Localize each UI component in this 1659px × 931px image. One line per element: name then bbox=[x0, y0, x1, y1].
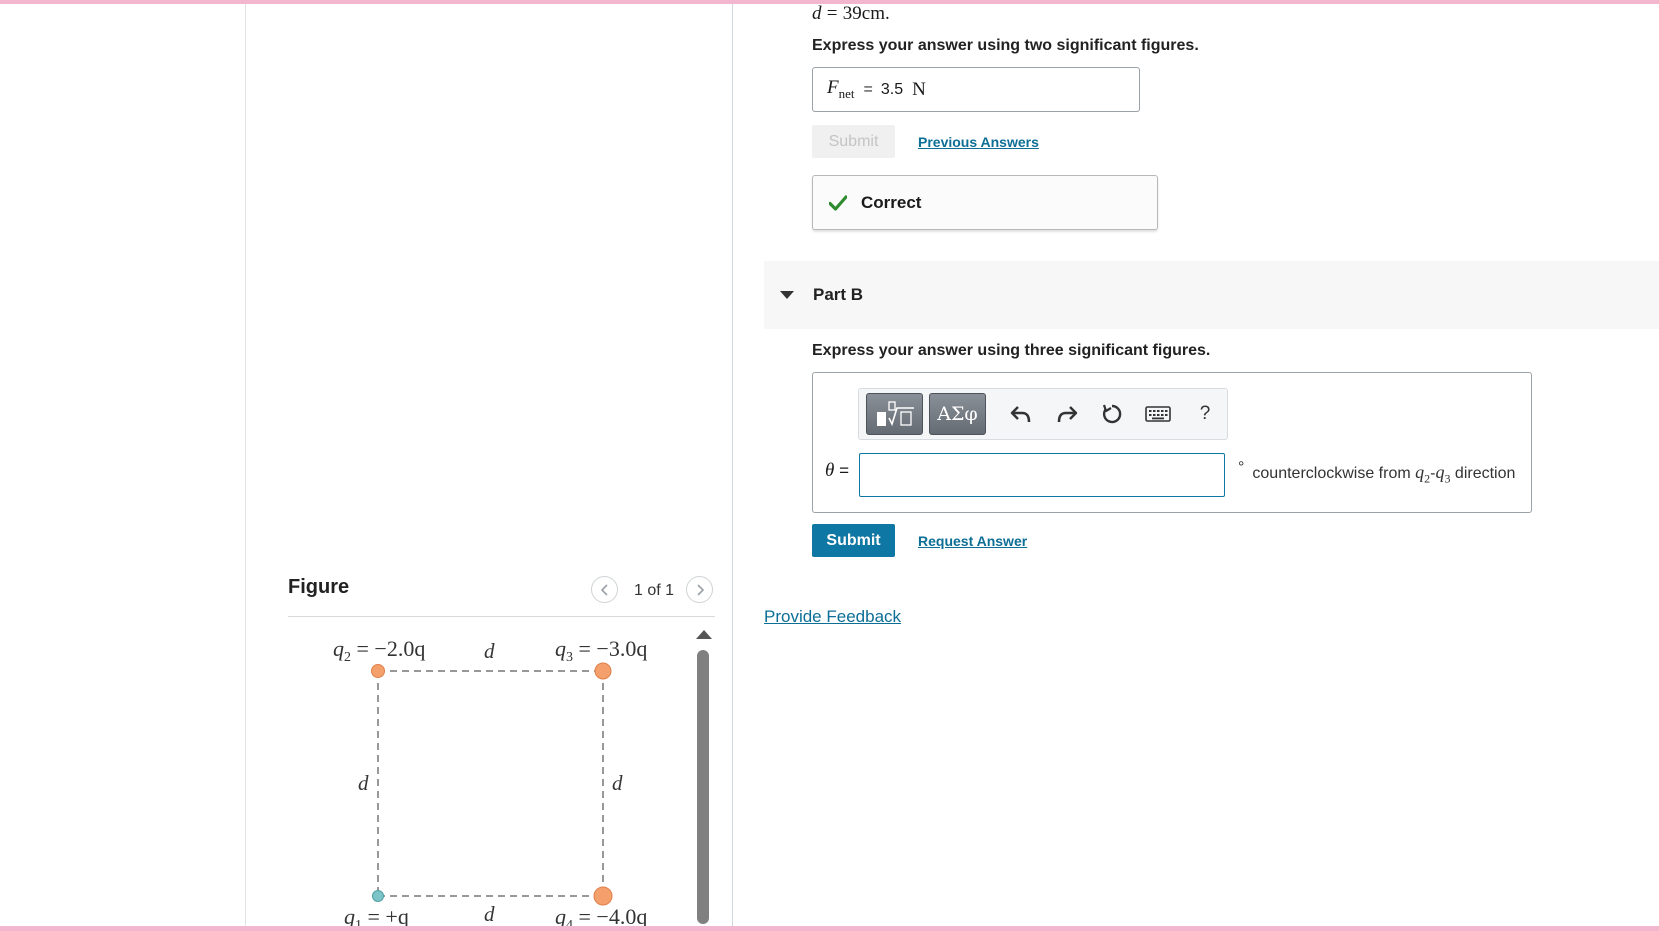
part-b-instruction: Express your answer using three signific… bbox=[812, 342, 1211, 359]
greek-symbols-button[interactable]: ΑΣφ bbox=[929, 393, 986, 435]
panel-divider bbox=[732, 4, 733, 926]
label-q2: q2 = −2.0q bbox=[333, 636, 425, 665]
charge-q4 bbox=[593, 886, 613, 906]
answer-variable: Fnet bbox=[827, 77, 855, 101]
theta-label: θ = bbox=[825, 460, 850, 481]
answer-value: 3.5 bbox=[880, 80, 904, 98]
keyboard-icon[interactable] bbox=[1144, 401, 1172, 427]
figure-title: Figure bbox=[288, 576, 350, 598]
math-toolbar: ΑΣφ ? bbox=[858, 388, 1228, 440]
request-answer-link[interactable]: Request Answer bbox=[918, 533, 1027, 549]
chevron-left-icon bbox=[600, 583, 608, 596]
label-d-top: d bbox=[484, 639, 495, 663]
scroll-up-arrow-icon[interactable] bbox=[696, 630, 712, 639]
part-a-answer-display: Fnet = 3.5 N bbox=[812, 67, 1140, 112]
theta-answer-input[interactable] bbox=[859, 453, 1225, 497]
left-divider bbox=[245, 4, 246, 926]
provide-feedback-link[interactable]: Provide Feedback bbox=[764, 607, 901, 627]
answer-unit: N bbox=[912, 78, 926, 100]
templates-icon bbox=[876, 401, 914, 427]
reset-icon[interactable] bbox=[1098, 401, 1126, 427]
checkmark-icon bbox=[829, 194, 847, 211]
math-answer-editor: ΑΣφ ? θ = ° counterclockwise from q2-q3 d… bbox=[812, 372, 1532, 513]
part-a-submit-button[interactable]: Submit bbox=[812, 125, 895, 158]
label-d-left: d bbox=[358, 771, 369, 795]
previous-figure-button[interactable] bbox=[591, 576, 618, 603]
templates-button[interactable] bbox=[866, 393, 923, 435]
charge-q2 bbox=[371, 664, 385, 678]
next-figure-button[interactable] bbox=[686, 576, 713, 603]
correct-feedback: Correct bbox=[812, 175, 1158, 230]
charge-q3 bbox=[594, 662, 612, 680]
previous-answers-link[interactable]: Previous Answers bbox=[918, 134, 1039, 150]
label-d-bottom: d bbox=[484, 902, 495, 926]
figure-rule bbox=[288, 616, 715, 617]
pager-count: 1 of 1 bbox=[634, 582, 675, 599]
label-d-right: d bbox=[612, 771, 623, 795]
part-a-instruction: Express your answer using two significan… bbox=[812, 37, 1199, 54]
part-b-header[interactable]: Part B bbox=[764, 261, 1659, 329]
collapse-caret-icon[interactable] bbox=[780, 291, 794, 299]
redo-icon[interactable] bbox=[1053, 401, 1081, 427]
part-b-submit-button[interactable]: Submit bbox=[812, 524, 895, 557]
figure-scrollbar-thumb[interactable] bbox=[697, 650, 709, 924]
theta-unit-label: ° counterclockwise from q2-q3 direction bbox=[1238, 459, 1516, 486]
chevron-right-icon bbox=[696, 583, 704, 596]
charge-square-diagram: q2 = −2.0q q3 = −3.0q q1 = +q q4 = −4.0q… bbox=[333, 636, 647, 926]
label-q1: q1 = +q bbox=[344, 904, 409, 926]
label-q3: q3 = −3.0q bbox=[555, 636, 647, 665]
figure-pager: 1 of 1 bbox=[591, 576, 717, 606]
given-distance: d = 39cm. bbox=[812, 3, 890, 24]
undo-icon[interactable] bbox=[1007, 401, 1035, 427]
label-q4: q4 = −4.0q bbox=[555, 904, 647, 926]
help-button[interactable]: ? bbox=[1191, 401, 1219, 427]
bottom-accent-bar bbox=[0, 926, 1659, 931]
charge-q1 bbox=[372, 890, 384, 902]
